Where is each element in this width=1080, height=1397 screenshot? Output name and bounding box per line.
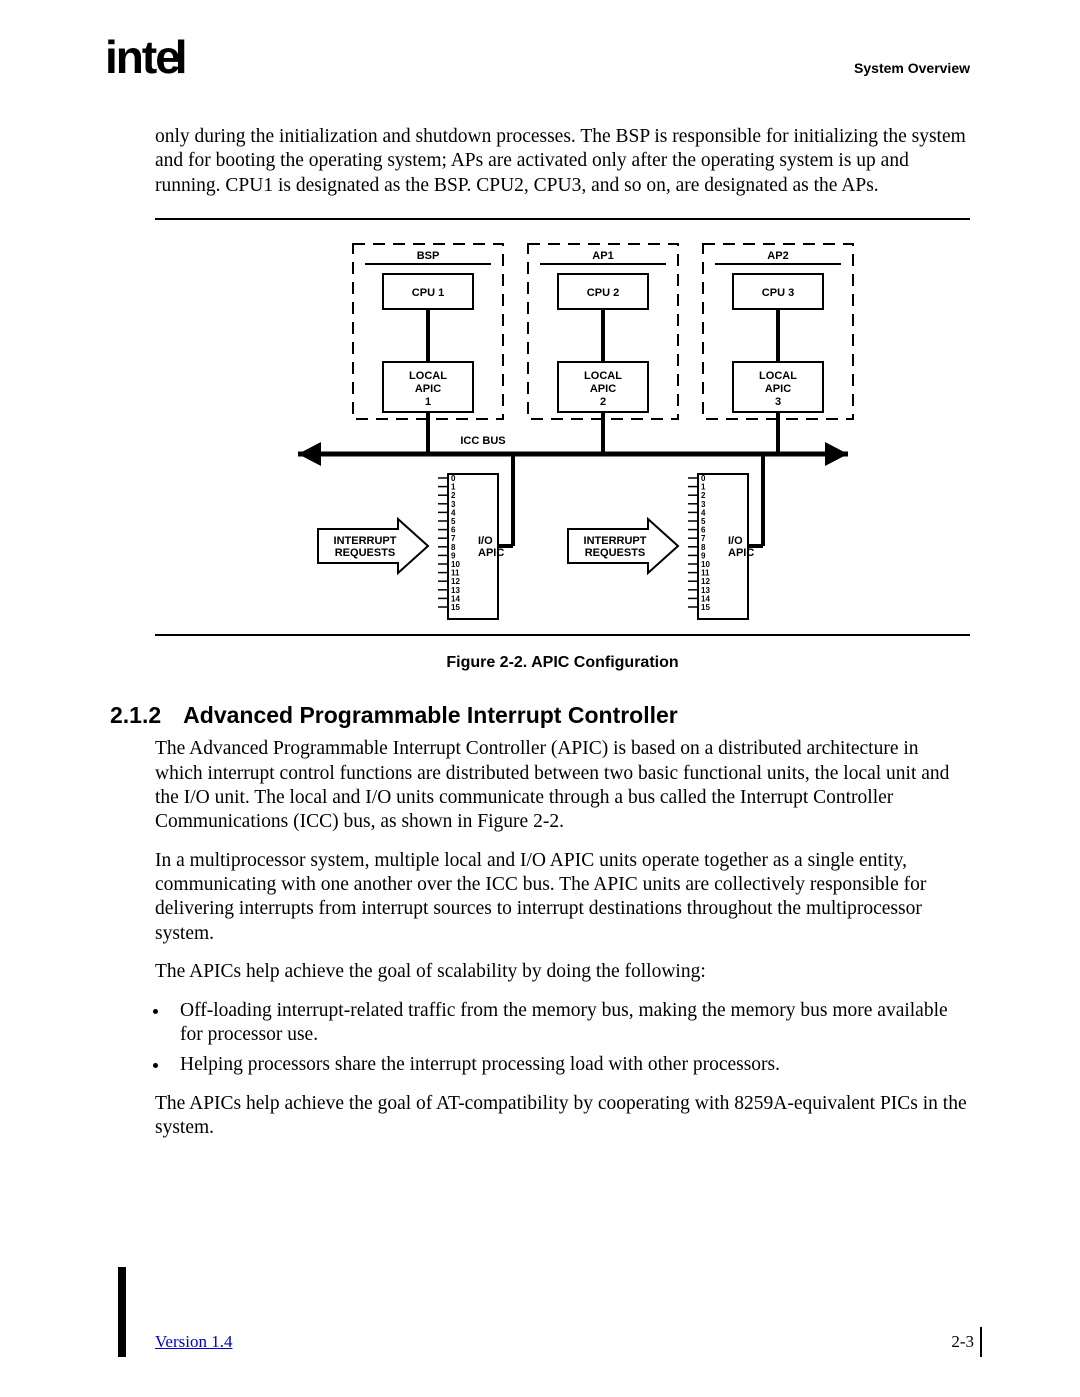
svg-text:APIC: APIC: [478, 547, 504, 559]
cpu3-label: CPU 3: [761, 287, 793, 299]
svg-text:APIC: APIC: [728, 547, 754, 559]
footer-page-number: 2-3: [951, 1332, 974, 1352]
section-p2: In a multiprocessor system, multiple loc…: [155, 849, 970, 947]
cpu1-label: CPU 1: [411, 287, 443, 299]
cpu2-label: CPU 2: [586, 287, 618, 299]
section-number: 2.1.2: [110, 702, 161, 728]
intro-paragraph: only during the initialization and shutd…: [155, 125, 970, 198]
section-heading: 2.1.2 Advanced Programmable Interrupt Con…: [110, 702, 970, 729]
svg-text:APIC: APIC: [589, 383, 615, 395]
svg-text:I/O: I/O: [728, 535, 743, 547]
figure-2-2: BSP CPU 1 LOCAL APIC 1 AP1 CPU 2 LOCAL A…: [155, 218, 970, 636]
figure-caption: Figure 2-2. APIC Configuration: [155, 654, 970, 672]
svg-text:15: 15: [451, 603, 460, 612]
svg-text:LOCAL: LOCAL: [409, 370, 447, 382]
svg-text:2: 2: [599, 396, 605, 408]
interrupt-arrow-1: INTERRUPT REQUESTS: [318, 519, 428, 573]
interrupt-arrow-2: INTERRUPT REQUESTS: [568, 519, 678, 573]
svg-text:15: 15: [701, 603, 710, 612]
section-p3: The APICs help achieve the goal of scala…: [155, 960, 970, 984]
section-p1: The Advanced Programmable Interrupt Cont…: [155, 737, 970, 835]
version-link[interactable]: Version 1.4: [155, 1332, 232, 1351]
ap2-label: AP2: [767, 250, 788, 262]
bullet-2: Helping processors share the interrupt p…: [170, 1053, 970, 1077]
svg-text:1: 1: [424, 396, 430, 408]
bullet-list: Off-loading interrupt-related traffic fr…: [110, 999, 970, 1078]
svg-text:INTERRUPT: INTERRUPT: [333, 535, 396, 547]
right-margin-bar: [980, 1327, 982, 1357]
svg-text:I/O: I/O: [478, 535, 493, 547]
apic-diagram-svg: BSP CPU 1 LOCAL APIC 1 AP1 CPU 2 LOCAL A…: [253, 234, 873, 624]
icc-bus-label: ICC BUS: [460, 435, 505, 447]
change-bar: [118, 1267, 126, 1357]
ap1-label: AP1: [592, 250, 613, 262]
svg-text:3: 3: [774, 396, 780, 408]
svg-text:LOCAL: LOCAL: [759, 370, 797, 382]
section-title: Advanced Programmable Interrupt Controll…: [183, 702, 678, 728]
svg-text:LOCAL: LOCAL: [584, 370, 622, 382]
section-p4: The APICs help achieve the goal of AT-co…: [155, 1092, 970, 1141]
svg-text:REQUESTS: REQUESTS: [334, 547, 395, 559]
intel-logo: intel: [105, 30, 186, 84]
svg-text:APIC: APIC: [764, 383, 790, 395]
footer-version: Version 1.4: [155, 1332, 232, 1352]
svg-text:APIC: APIC: [414, 383, 440, 395]
bullet-1: Off-loading interrupt-related traffic fr…: [170, 999, 970, 1048]
svg-text:REQUESTS: REQUESTS: [584, 547, 645, 559]
bsp-label: BSP: [416, 250, 439, 262]
header-section-name: System Overview: [854, 60, 970, 76]
svg-text:INTERRUPT: INTERRUPT: [583, 535, 646, 547]
